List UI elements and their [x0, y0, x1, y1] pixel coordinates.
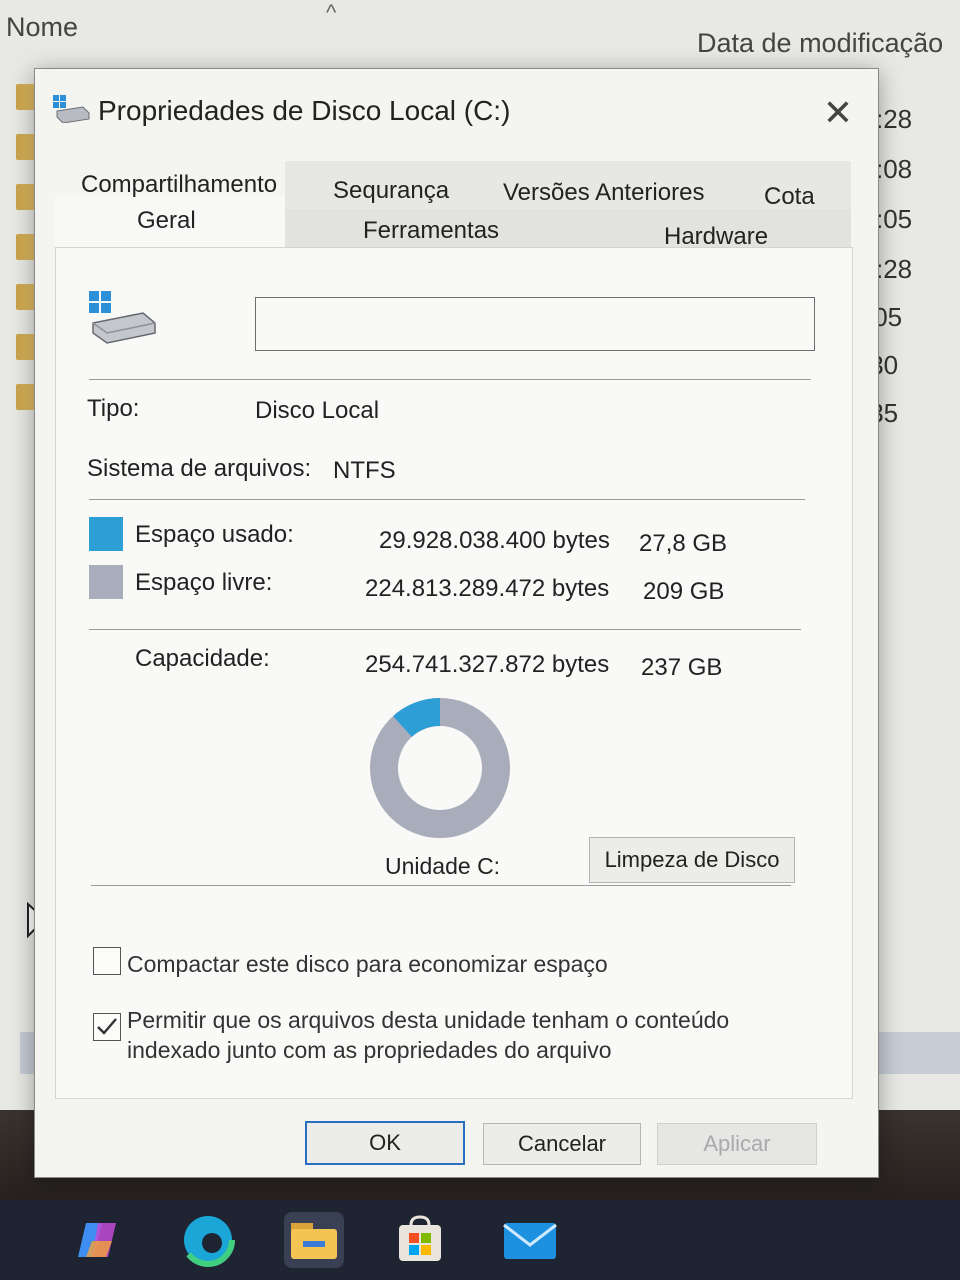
separator [89, 629, 801, 630]
used-space-bytes: 29.928.038.400 bytes [379, 527, 610, 554]
filesystem-label: Sistema de arquivos: [87, 455, 312, 482]
capacity-size: 237 GB [641, 654, 723, 681]
filesystem-value: NTFS [333, 457, 396, 484]
close-button[interactable]: ✕ [820, 95, 856, 131]
compress-label: Compactar este disco para economizar esp… [127, 951, 608, 977]
free-space-swatch [89, 565, 123, 599]
type-value: Disco Local [255, 397, 380, 424]
checkmark-icon [97, 1018, 117, 1035]
mail-icon[interactable] [500, 1212, 560, 1268]
tab-compartilhamento[interactable]: Compartilhamento [81, 171, 277, 199]
used-space-swatch [89, 517, 123, 551]
modified-time: :08 [876, 154, 913, 184]
modified-time: :28 [876, 104, 913, 134]
tab-seguranca[interactable]: Sequrança [333, 177, 449, 205]
disk-cleanup-button[interactable]: Limpeza de Disco [589, 837, 795, 883]
index-label-line2: indexado junto com as propriedades do ar… [127, 1037, 612, 1063]
edge-icon[interactable] [178, 1212, 238, 1268]
properties-dialog: Propriedades de Disco Local (C:) ✕ Compa… [34, 68, 879, 1178]
drive-caption: Unidade C: [385, 853, 501, 879]
donut-free-segment [370, 698, 510, 838]
separator [91, 885, 791, 886]
modified-time: :28 [876, 254, 913, 284]
column-header-date[interactable]: Data de modificação [697, 28, 943, 59]
usage-donut-chart [370, 698, 510, 838]
modified-time: :05 [876, 204, 913, 234]
free-space-bytes: 224.813.289.472 bytes [365, 575, 610, 602]
index-checkbox[interactable] [93, 1013, 121, 1041]
store-icon[interactable] [390, 1212, 450, 1268]
volume-name-input[interactable] [255, 297, 815, 351]
sort-arrow-icon: ^ [326, 0, 337, 25]
type-label: Tipo: [87, 395, 140, 422]
dialog-title: Propriedades de Disco Local (C:) [98, 95, 511, 126]
drive-title-icon [53, 95, 90, 123]
copilot-icon[interactable] [68, 1212, 128, 1268]
free-space-size: 209 GB [643, 578, 725, 605]
tab-versoes-anteriores[interactable]: Versões Anteriores [503, 179, 704, 207]
capacity-label: Capacidade: [135, 645, 270, 672]
apply-button[interactable]: Aplicar [657, 1123, 817, 1165]
free-space-label: Espaço livre: [135, 569, 273, 596]
index-label-line1: Permitir que os arquivos desta unidade t… [127, 1007, 730, 1033]
cancel-button[interactable]: Cancelar [483, 1123, 641, 1165]
separator [89, 379, 811, 380]
dialog-titlebar[interactable]: Propriedades de Disco Local (C:) ✕ [35, 69, 878, 147]
compress-checkbox[interactable] [93, 947, 121, 975]
separator [89, 499, 805, 500]
ok-button[interactable]: OK [305, 1121, 465, 1165]
drive-icon [89, 291, 156, 344]
used-space-label: Espaço usado: [135, 521, 294, 548]
column-header-name[interactable]: Nome [6, 12, 78, 43]
index-label: Permitir que os arquivos desta unidade t… [127, 1005, 729, 1065]
file-explorer-icon[interactable] [284, 1212, 344, 1268]
tab-geral[interactable]: Geral [137, 207, 196, 235]
capacity-bytes: 254.741.327.872 bytes [365, 651, 610, 678]
used-space-size: 27,8 GB [639, 530, 728, 557]
taskbar [0, 1200, 960, 1280]
tab-cota[interactable]: Cota [764, 183, 815, 211]
tab-ferramentas[interactable]: Ferramentas [363, 217, 499, 245]
